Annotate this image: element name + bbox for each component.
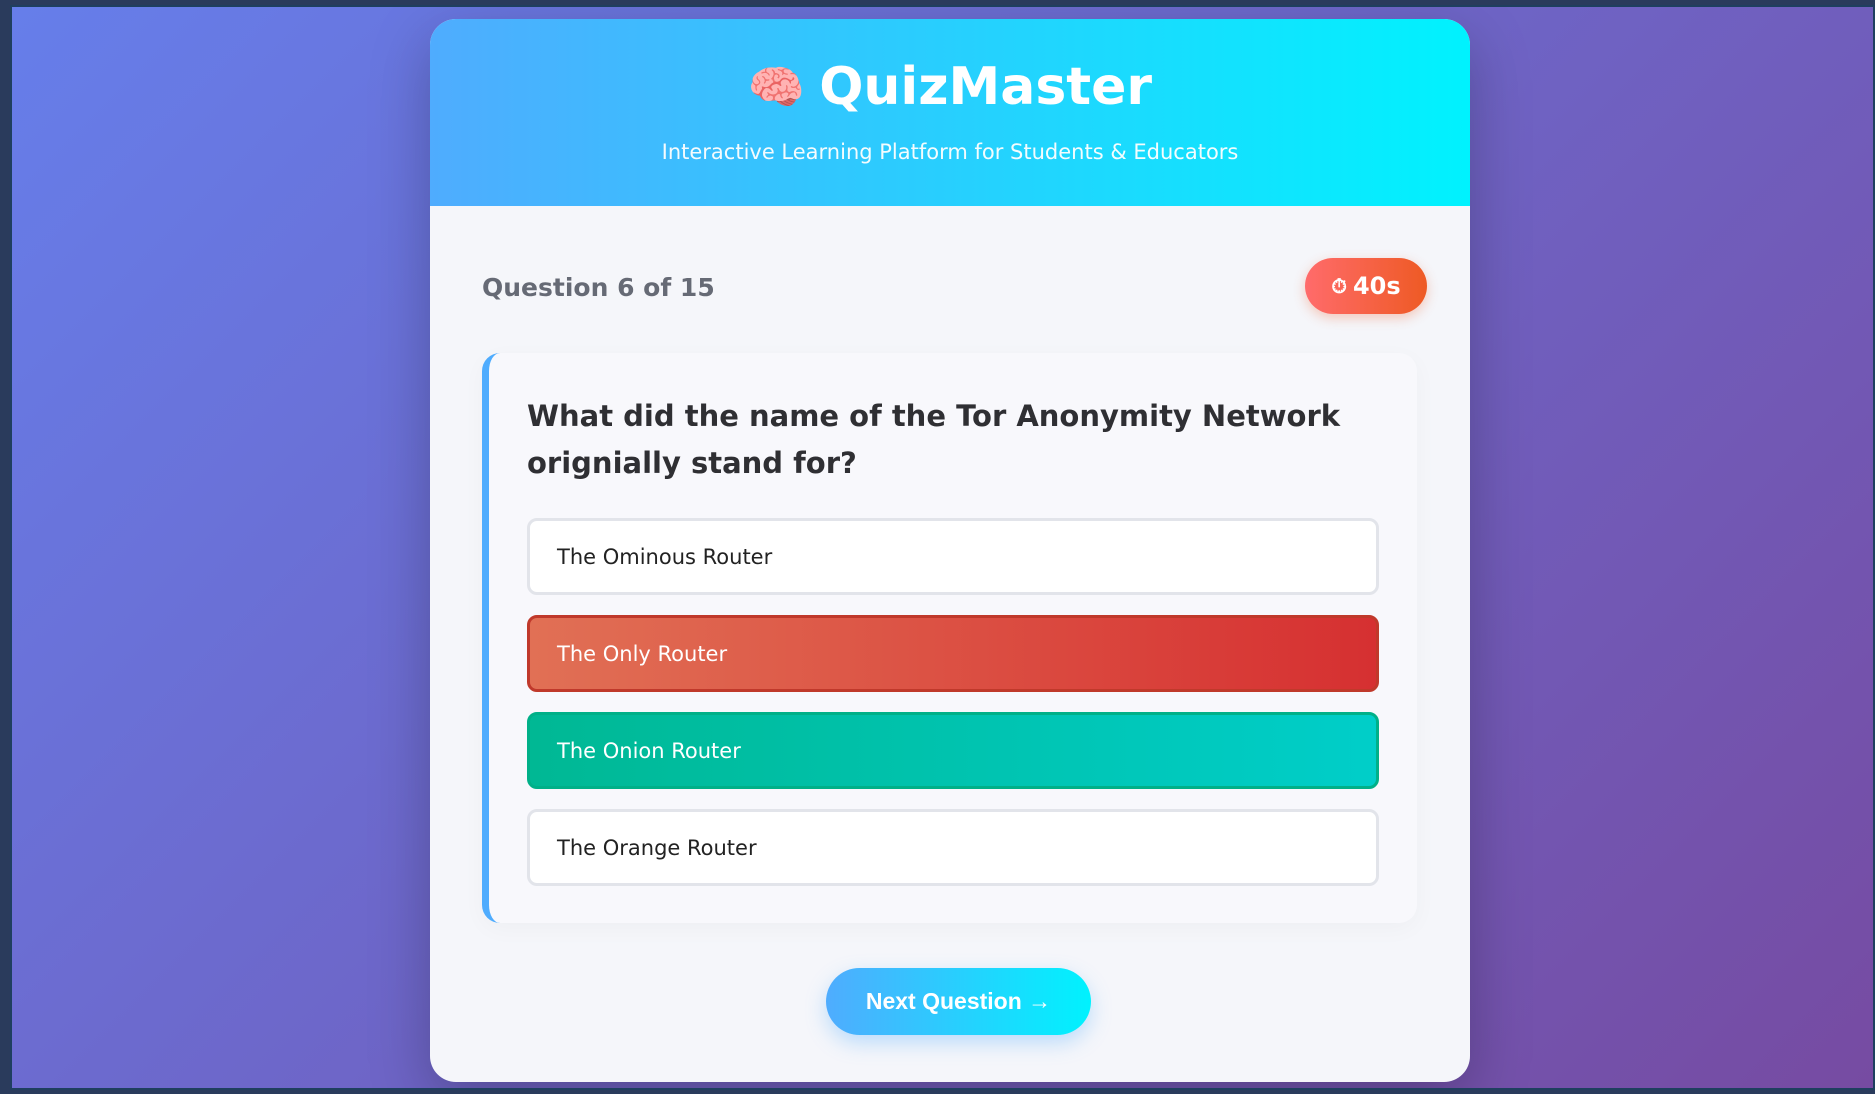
next-question-button[interactable]: Next Question → [826, 968, 1091, 1035]
answer-option-label: The Ominous Router [557, 544, 773, 569]
question-text: What did the name of the Tor Anonymity N… [527, 399, 1341, 480]
brand: 🧠 QuizMaster [430, 57, 1470, 117]
answer-option-correct[interactable]: The Onion Router [527, 712, 1379, 789]
brain-icon: 🧠 [747, 60, 806, 114]
timer-value: 40s [1352, 272, 1401, 300]
quiz-card: 🧠 QuizMaster Interactive Learning Platfo… [430, 19, 1470, 1082]
timer-badge: ⏱ 40s [1305, 258, 1427, 314]
answer-option[interactable]: The Orange Router [527, 809, 1379, 886]
answer-option[interactable]: The Ominous Router [527, 518, 1379, 595]
answer-options: The Ominous Router The Only Router The O… [527, 518, 1379, 906]
answer-option-wrong[interactable]: The Only Router [527, 615, 1379, 692]
answer-option-label: The Only Router [557, 641, 728, 666]
answer-option-label: The Onion Router [557, 738, 741, 763]
question-counter: Question 6 of 15 [482, 273, 715, 302]
quiz-header: 🧠 QuizMaster Interactive Learning Platfo… [430, 19, 1470, 206]
app-subtitle: Interactive Learning Platform for Studen… [661, 140, 1239, 164]
question-panel: What did the name of the Tor Anonymity N… [482, 353, 1417, 923]
stopwatch-icon: ⏱ [1331, 274, 1347, 298]
app-title: QuizMaster [819, 57, 1153, 117]
page-background: 🧠 QuizMaster Interactive Learning Platfo… [10, 5, 1875, 1090]
answer-option-label: The Orange Router [557, 835, 757, 860]
